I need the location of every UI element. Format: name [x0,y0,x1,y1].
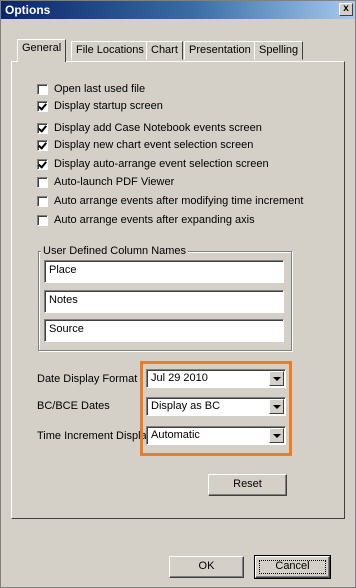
tab-chart[interactable]: Chart [146,41,183,60]
checkbox-case-notebook-events[interactable]: Display add Case Notebook events screen [37,121,262,135]
column-name-field-1[interactable]: Place [44,260,284,283]
checkbox-open-last-used-file[interactable]: Open last used file [37,82,145,96]
chevron-down-icon[interactable] [269,399,284,414]
checkbox-arrange-after-expanding-axis[interactable]: Auto arrange events after expanding axis [37,213,255,227]
column-name-field-3[interactable]: Source [44,319,284,342]
checkbox-box[interactable] [37,158,48,170]
checkbox-box[interactable] [37,122,48,134]
window-title: Options [5,3,51,17]
chevron-down-icon[interactable] [269,428,284,443]
options-dialog: Options x General File Locations Chart P… [0,0,356,588]
checkbox-box[interactable] [37,195,48,207]
checkbox-box[interactable] [37,214,48,226]
checkbox-auto-launch-pdf[interactable]: Auto-launch PDF Viewer [37,175,174,189]
checkbox-box[interactable] [37,100,48,112]
cancel-button[interactable]: Cancel [254,555,331,579]
close-button[interactable]: x [339,3,353,16]
checkbox-arrange-after-time-increment[interactable]: Auto arrange events after modifying time… [37,194,303,208]
column-name-field-2[interactable]: Notes [44,290,284,313]
time-increment-display-label: Time Increment Display [37,430,153,442]
tab-file-locations[interactable]: File Locations [71,41,149,60]
checkbox-box[interactable] [37,176,48,188]
checkbox-box[interactable] [37,139,48,151]
column-names-group-label: User Defined Column Names [41,245,189,257]
title-bar[interactable]: Options x [1,1,355,19]
checkbox-display-startup-screen[interactable]: Display startup screen [37,99,163,113]
tab-general[interactable]: General [17,39,67,62]
checkbox-auto-arrange-event-selection[interactable]: Display auto-arrange event selection scr… [37,157,269,171]
tab-spelling[interactable]: Spelling [254,41,304,60]
close-icon: x [343,3,349,14]
ok-button[interactable]: OK [169,556,244,578]
checkbox-box[interactable] [37,83,48,95]
tab-presentation[interactable]: Presentation [184,41,256,60]
chevron-down-icon[interactable] [269,371,284,386]
date-display-format-select[interactable]: Jul 29 2010 [146,369,286,388]
time-increment-display-select[interactable]: Automatic [146,426,286,445]
bc-bce-dates-select[interactable]: Display as BC [146,397,286,416]
reset-button[interactable]: Reset [208,474,287,496]
focus-rect [259,560,326,574]
bc-bce-dates-label: BC/BCE Dates [37,400,110,412]
date-display-format-label: Date Display Format [37,373,138,385]
checkbox-new-chart-event-selection[interactable]: Display new chart event selection screen [37,138,253,152]
